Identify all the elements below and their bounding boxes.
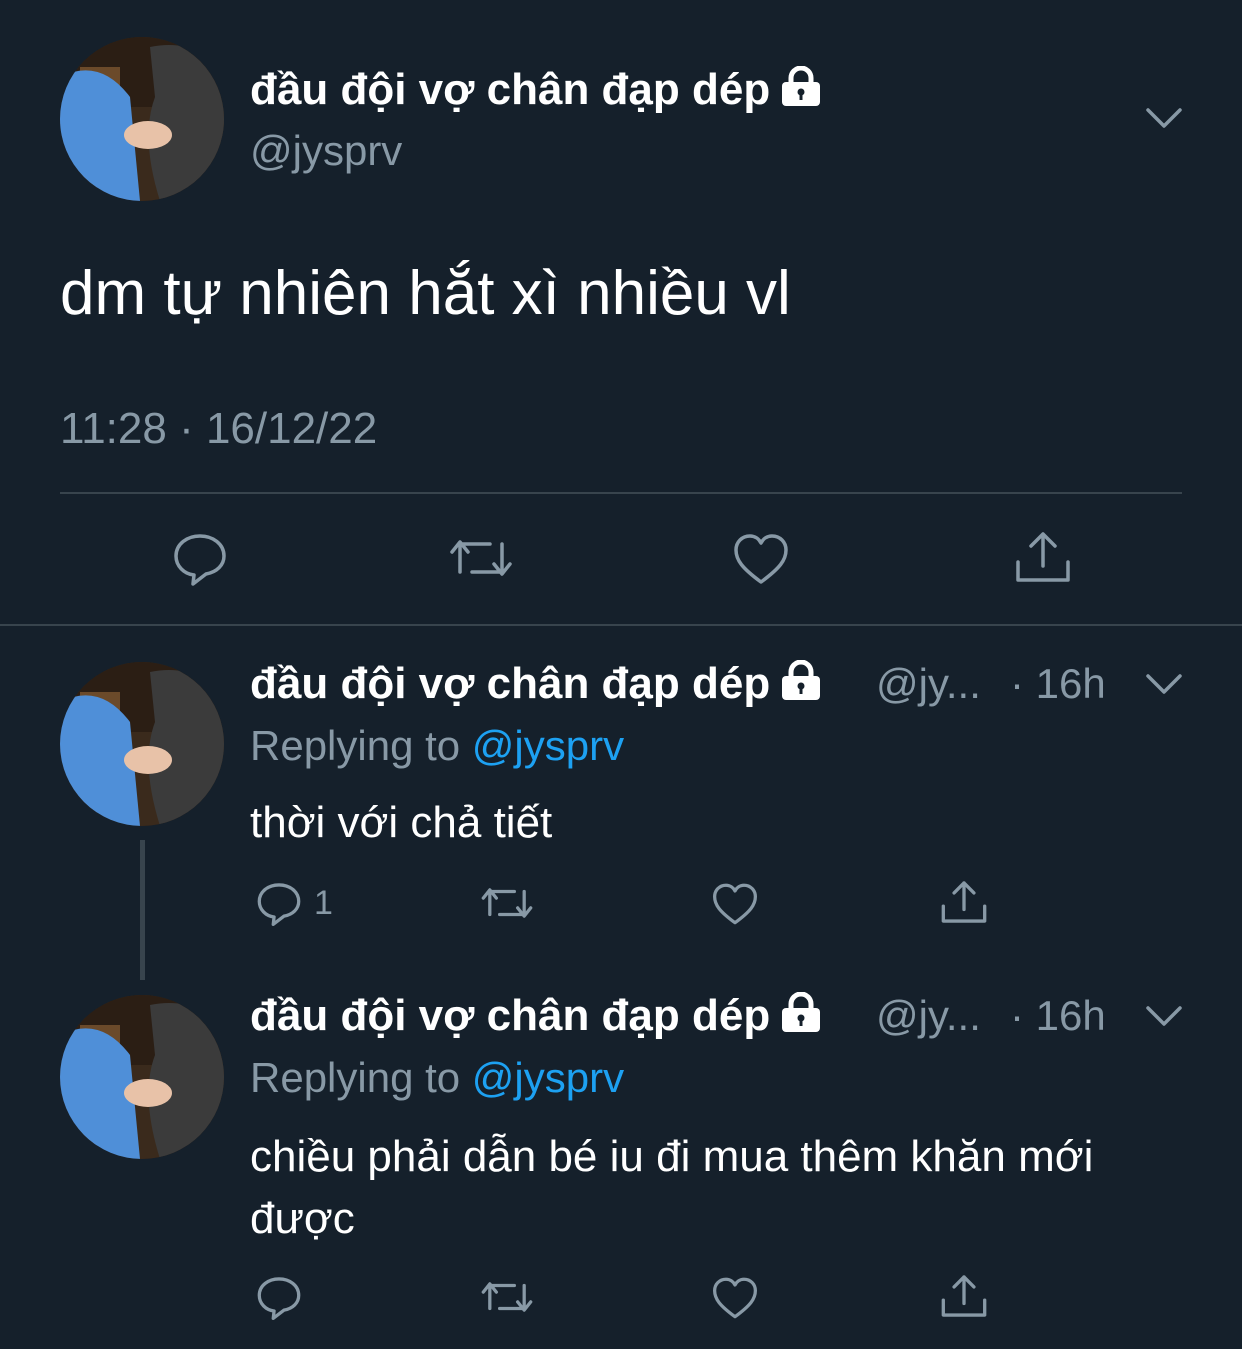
- share-icon: [941, 1275, 987, 1317]
- share-button[interactable]: [940, 1272, 988, 1320]
- handle[interactable]: @jysprv: [250, 126, 402, 176]
- share-button[interactable]: [940, 878, 988, 926]
- like-button[interactable]: [711, 1276, 759, 1320]
- replying-to: Replying to @jysprv: [250, 720, 624, 772]
- chevron-down-icon[interactable]: [1144, 104, 1184, 137]
- display-name-text[interactable]: đầu đội vợ chân đạp dép: [250, 659, 770, 708]
- divider: [60, 492, 1182, 494]
- lock-icon: [780, 991, 822, 1044]
- like-icon: [712, 1277, 757, 1319]
- retweet-icon: [481, 888, 533, 918]
- display-name-text[interactable]: đầu đội vợ chân đạp dép: [250, 65, 770, 114]
- avatar[interactable]: [60, 662, 224, 826]
- reply-text: chiều phải dẫn bé iu đi mua thêm khăn mớ…: [250, 1126, 1093, 1250]
- retweet-button[interactable]: [480, 1274, 534, 1320]
- tweet-text: dm tự nhiên hắt xì nhiều vl: [60, 259, 791, 328]
- reply-icon: [257, 1277, 301, 1320]
- replying-to: Replying to @jysprv: [250, 1052, 624, 1104]
- lock-icon: [780, 65, 822, 118]
- handle[interactable]: @jy...: [876, 990, 981, 1042]
- reply-text-line: chiều phải dẫn bé iu đi mua thêm khăn mớ…: [250, 1132, 1094, 1181]
- reply-count: 1: [314, 883, 333, 922]
- lock-icon: [780, 659, 822, 712]
- reply-text: thời với chả tiết: [250, 798, 553, 847]
- reply-icon: [257, 883, 301, 926]
- like-button[interactable]: [711, 882, 759, 926]
- replying-to-handle[interactable]: @jysprv: [472, 722, 624, 769]
- retweet-button[interactable]: [480, 880, 534, 926]
- avatar[interactable]: [60, 995, 224, 1159]
- replying-to-prefix: Replying to: [250, 722, 461, 769]
- share-button[interactable]: [1014, 528, 1072, 586]
- reply-icon: [174, 534, 226, 586]
- share-icon: [1016, 532, 1070, 582]
- replying-to-handle[interactable]: @jysprv: [472, 1054, 624, 1101]
- display-name-text[interactable]: đầu đội vợ chân đạp dép: [250, 991, 770, 1040]
- retweet-icon: [450, 540, 512, 576]
- retweet-icon: [481, 1282, 533, 1312]
- reply-header[interactable]: đầu đội vợ chân đạp dép: [250, 658, 822, 712]
- like-icon: [734, 534, 788, 584]
- reply-header[interactable]: đầu đội vợ chân đạp dép: [250, 990, 822, 1044]
- replying-to-prefix: Replying to: [250, 1054, 461, 1101]
- reply-button[interactable]: [256, 1274, 302, 1320]
- display-name[interactable]: đầu đội vợ chân đạp dép: [250, 64, 822, 118]
- like-icon: [712, 883, 757, 925]
- reply-text-line: được: [250, 1194, 355, 1243]
- section-divider: [0, 624, 1242, 626]
- share-icon: [941, 881, 987, 923]
- avatar[interactable]: [60, 37, 224, 201]
- handle[interactable]: @jy...: [876, 658, 981, 710]
- chevron-down-icon[interactable]: [1144, 1002, 1184, 1035]
- reply-age[interactable]: · 16h: [1010, 658, 1106, 710]
- timestamp[interactable]: 11:28 · 16/12/22: [60, 402, 377, 456]
- reply-button[interactable]: [172, 530, 228, 586]
- retweet-button[interactable]: [448, 530, 514, 586]
- like-button[interactable]: [732, 532, 790, 586]
- reply-button[interactable]: 1: [256, 880, 333, 926]
- reply-age[interactable]: · 16h: [1010, 990, 1106, 1042]
- thread-line: [140, 840, 145, 980]
- chevron-down-icon[interactable]: [1144, 670, 1184, 703]
